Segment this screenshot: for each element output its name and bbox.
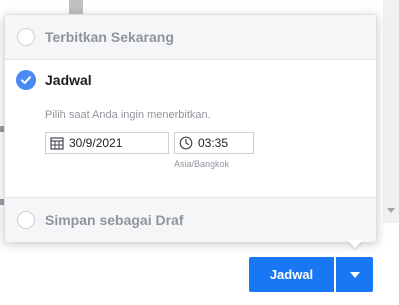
timezone-label: Asia/Bangkok xyxy=(174,159,230,169)
scroll-down-icon[interactable] xyxy=(387,208,395,213)
background-scrollbar-thumb[interactable] xyxy=(69,0,83,14)
publish-now-label: Terbitkan Sekarang xyxy=(45,29,174,45)
publish-options-dropdown-button[interactable] xyxy=(336,257,373,292)
option-publish-now[interactable]: Terbitkan Sekarang xyxy=(5,15,376,60)
publish-options-popover: Terbitkan Sekarang Jadwal Pilih saat And… xyxy=(4,14,377,242)
radio-schedule-checked[interactable] xyxy=(16,70,36,90)
date-value: 30/9/2021 xyxy=(69,136,123,150)
popover-caret xyxy=(347,240,363,248)
schedule-button[interactable]: Jadwal xyxy=(249,257,334,292)
time-value: 03:35 xyxy=(198,136,229,150)
time-field[interactable]: 03:35 xyxy=(174,132,254,154)
page: Terbitkan Sekarang Jadwal Pilih saat And… xyxy=(0,0,399,305)
calendar-icon xyxy=(49,135,65,151)
scrollbar-track[interactable] xyxy=(383,0,399,223)
caret-down-icon xyxy=(349,271,360,278)
save-draft-label: Simpan sebagai Draf xyxy=(45,212,184,228)
schedule-hint: Pilih saat Anda ingin menerbitkan. xyxy=(45,109,211,121)
option-schedule: Jadwal Pilih saat Anda ingin menerbitkan… xyxy=(5,60,376,197)
check-icon xyxy=(21,76,31,84)
date-field[interactable]: 30/9/2021 xyxy=(45,132,169,154)
schedule-label: Jadwal xyxy=(45,72,92,88)
option-save-draft[interactable]: Simpan sebagai Draf xyxy=(5,197,376,242)
schedule-header[interactable]: Jadwal xyxy=(5,70,92,90)
radio-save-draft[interactable] xyxy=(17,211,35,229)
radio-publish-now[interactable] xyxy=(17,28,35,46)
clock-icon xyxy=(178,135,194,151)
